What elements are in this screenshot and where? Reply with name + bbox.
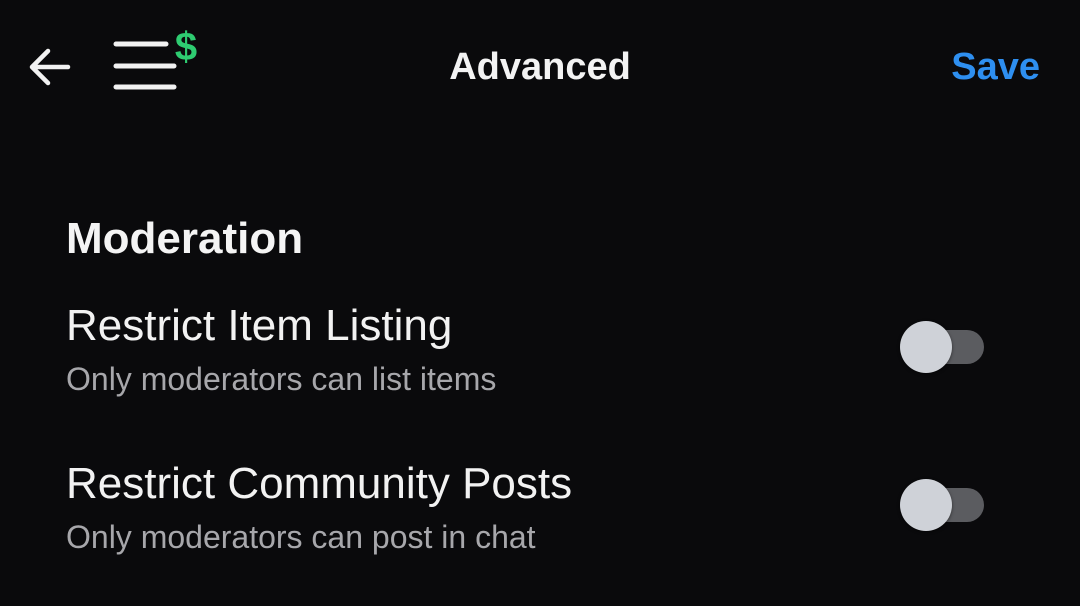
arrow-left-icon [29, 48, 71, 86]
setting-description: Only moderators can list items [66, 361, 497, 397]
setting-description: Only moderators can post in chat [66, 519, 536, 555]
section-title-moderation: Moderation [66, 214, 304, 263]
setting-restrict-community-posts: Restrict Community Posts Only moderators… [0, 456, 1080, 566]
back-button[interactable] [22, 40, 78, 94]
save-button[interactable]: Save [947, 44, 1044, 90]
menu-dollar-icon: $ [113, 26, 197, 90]
top-app-bar: $ Advanced Save [0, 0, 1080, 134]
setting-restrict-item-listing: Restrict Item Listing Only moderators ca… [0, 298, 1080, 408]
toggle-thumb [900, 321, 952, 373]
setting-label: Restrict Item Listing [66, 301, 453, 350]
toggle-thumb [900, 479, 952, 531]
restrict-item-listing-toggle[interactable] [900, 320, 986, 374]
restrict-community-posts-toggle[interactable] [900, 478, 986, 532]
dollar-badge: $ [175, 26, 197, 69]
page-title: Advanced [449, 46, 631, 88]
setting-label: Restrict Community Posts [66, 459, 573, 508]
menu-button[interactable]: $ [108, 26, 200, 96]
